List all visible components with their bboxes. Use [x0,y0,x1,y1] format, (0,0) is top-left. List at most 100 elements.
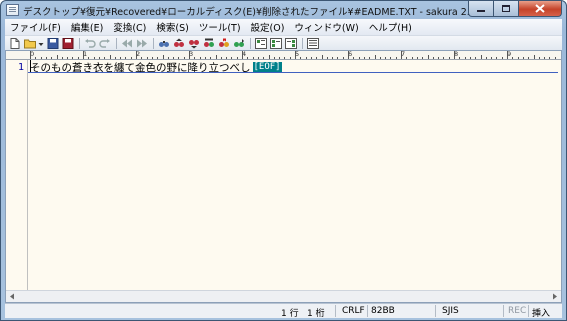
ruler-tick [385,57,387,59]
ruler-tick [332,57,334,59]
status-bar: 1 行 1 桁 CRLF 82BB SJIS REC 挿入 [5,303,562,319]
status-charcode: 82BB [371,306,395,316]
horizontal-scrollbar[interactable] [6,290,561,302]
ruler-tick [289,57,291,59]
scroll-track[interactable] [18,291,549,302]
menu-tools[interactable]: ツール(T) [194,20,246,34]
status-column: 1 桁 [307,309,325,319]
outline-icon[interactable] [254,37,267,49]
ruler-tick [390,57,392,59]
menu-search[interactable]: 検索(S) [151,20,193,34]
status-rec: REC [508,306,527,316]
bookmark-icon[interactable] [217,37,230,49]
app-icon[interactable] [6,4,19,16]
ruler-tick [337,57,339,59]
ruler-tick [379,57,381,59]
scroll-left-button[interactable] [6,291,18,302]
tag-jump-icon[interactable] [269,37,282,49]
new-file-icon[interactable] [8,37,21,49]
forward-icon[interactable] [135,37,148,49]
back-icon[interactable] [120,37,133,49]
toolbar [5,35,562,50]
ruler-tick [342,57,344,59]
editor-frame: 0 1 2 3 4 5 6 7 8 9 1 そのもの蒼き衣を纏て金色の野に降り立… [5,50,562,303]
ruler-tick [469,57,471,59]
tag-back-icon[interactable] [284,37,297,49]
text-area[interactable]: 1 そのもの蒼き衣を纏て金色の野に降り立つべし [EOF] [6,60,561,290]
ruler-tick [507,51,508,59]
grep-icon[interactable] [232,37,245,49]
search-icon[interactable] [157,37,170,49]
gutter-divider [27,60,28,290]
ruler-tick [358,57,360,59]
search-prev-icon[interactable] [172,37,185,49]
ruler-tick [406,57,408,59]
eof-marker: [EOF] [252,61,282,73]
minimize-button[interactable] [468,1,494,17]
ruler-tick [411,57,413,59]
ruler-tick [522,57,524,59]
right-arrow-icon [553,293,557,300]
menu-file[interactable]: ファイル(F) [5,20,66,34]
ruler-tick [544,57,546,59]
ruler-tick [538,57,540,59]
toolbar-separator [250,37,251,49]
save-all-icon[interactable] [61,37,74,49]
menu-help[interactable]: ヘルプ(H) [364,20,417,34]
maximize-icon [502,4,510,12]
ruler-tick [485,57,487,59]
ruler-tick [443,57,445,59]
ruler-tick [427,55,429,59]
redo-icon[interactable] [98,37,111,49]
menu-window[interactable]: ウィンドウ(W) [289,20,363,34]
menu-convert[interactable]: 変換(C) [108,20,151,34]
ruler-tick [300,57,302,59]
ruler-tick [316,57,318,59]
undo-icon[interactable] [83,37,96,49]
status-charset: SJIS [442,306,459,316]
text-caret [30,60,31,72]
left-arrow-icon [10,293,14,300]
ruler-tick [215,55,217,59]
ruler-tick [496,57,498,59]
menu-bar: ファイル(F) 編集(E) 変換(C) 検索(S) ツール(T) 設定(O) ウ… [5,19,562,35]
toolbar-separator [116,37,117,49]
minimize-icon [477,9,485,12]
menu-settings[interactable]: 設定(O) [246,20,290,34]
ruler-tick [549,57,551,59]
compare-icon[interactable] [306,37,319,49]
replace-icon[interactable] [202,37,215,49]
ruler-tick [501,57,503,59]
ruler-tick [30,51,31,59]
ruler-tick [432,57,434,59]
line-number-gutter: 1 [6,60,28,290]
ruler-tick [416,57,418,59]
dropdown-arrow-icon[interactable] [38,37,44,49]
ruler-tick [326,57,328,59]
maximize-button[interactable] [494,1,519,17]
ruler-tick [512,57,514,59]
search-next-icon[interactable] [187,37,200,49]
save-icon[interactable] [46,37,59,49]
ruler-tick [363,57,365,59]
ruler-tick [242,51,243,59]
ruler-tick [448,57,450,59]
ruler-tick [369,57,371,59]
ruler-tick [475,57,477,59]
ruler-tick [438,57,440,59]
status-divider [335,305,336,317]
window-title: デスクトップ¥復元¥Recovered¥ローカルディスク(E)¥削除されたファイ… [23,7,494,18]
ruler-tick [189,51,190,59]
open-folder-icon[interactable] [23,37,36,49]
line-number: 1 [18,62,25,73]
status-newline: CRLF [342,306,365,316]
caption-buttons [468,1,562,17]
menu-edit[interactable]: 編集(E) [66,20,108,34]
ruler-tick [109,55,111,59]
scroll-right-button[interactable] [549,291,561,302]
ruler-tick [273,57,275,59]
close-button[interactable] [519,1,562,17]
ruler-tick [279,57,281,59]
ruler-tick [321,55,323,59]
title-bar[interactable]: デスクトップ¥復元¥Recovered¥ローカルディスク(E)¥削除されたファイ… [1,1,566,19]
